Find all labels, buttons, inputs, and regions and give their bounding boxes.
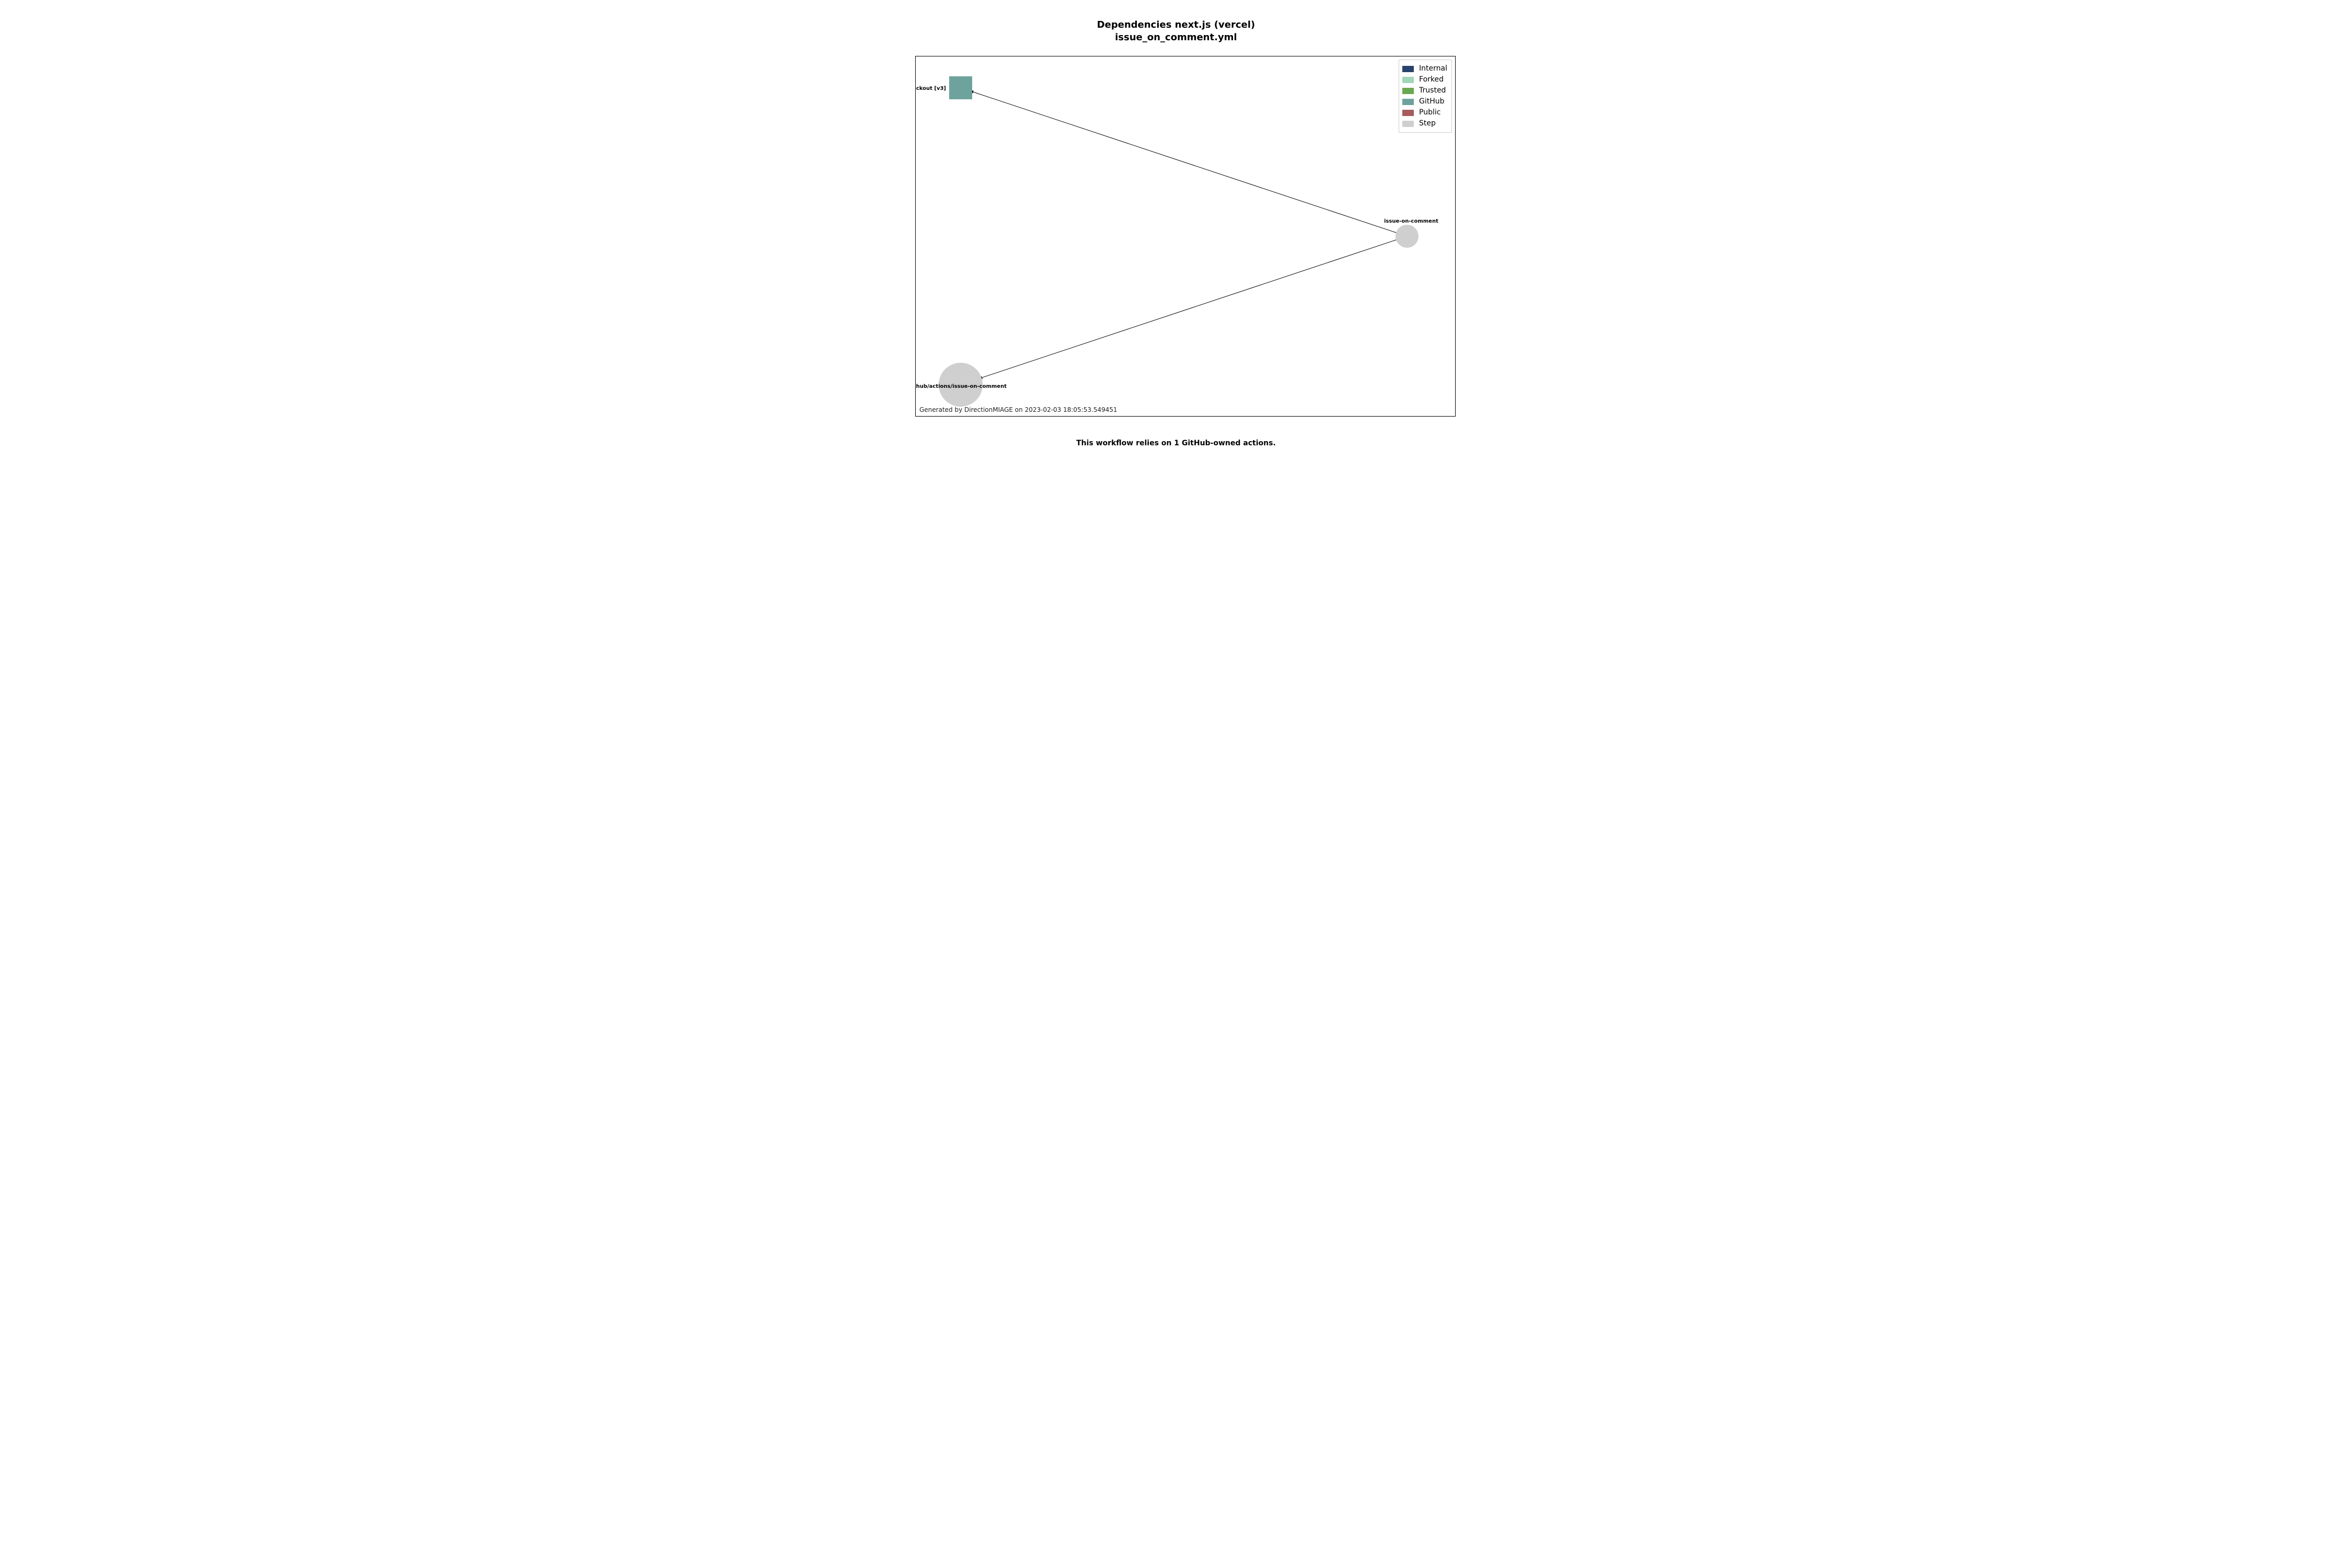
edge xyxy=(971,91,1397,233)
legend-label: Trusted xyxy=(1419,85,1446,96)
title-line1: Dependencies next.js (vercel) xyxy=(1097,19,1255,30)
legend-swatch xyxy=(1402,110,1414,116)
legend-label: Internal xyxy=(1419,63,1447,74)
legend-row: GitHub xyxy=(1402,96,1447,107)
legend-row: Public xyxy=(1402,107,1447,118)
graph-svg: checkout [v3] issue-on-comment ./.github/a… xyxy=(916,56,1455,416)
node-label: ./.github/actions/issue-on-comment xyxy=(916,384,1007,389)
legend-swatch xyxy=(1402,66,1414,72)
title-line2: issue_on_comment.yml xyxy=(1115,32,1237,43)
node-checkout xyxy=(949,76,972,99)
legend-label: Step xyxy=(1419,118,1436,129)
node-issue-comment xyxy=(1396,225,1419,248)
legend-swatch xyxy=(1402,121,1414,127)
node-label: checkout [v3] xyxy=(916,86,946,91)
legend-row: Forked xyxy=(1402,74,1447,85)
generated-by: Generated by DirectionMIAGE on 2023-02-0… xyxy=(919,406,1117,413)
legend-row: Step xyxy=(1402,118,1447,129)
legend-label: Public xyxy=(1419,107,1440,118)
edge xyxy=(979,239,1397,378)
legend-row: Internal xyxy=(1402,63,1447,74)
legend-label: Forked xyxy=(1419,74,1444,85)
legend-row: Trusted xyxy=(1402,85,1447,96)
chart-title: Dependencies next.js (vercel) issue_on_c… xyxy=(823,0,1529,44)
node-label: issue-on-comment xyxy=(1384,218,1438,224)
legend-swatch xyxy=(1402,77,1414,83)
legend-label: GitHub xyxy=(1419,96,1445,107)
caption: This workflow relies on 1 GitHub-owned a… xyxy=(823,439,1529,447)
legend-swatch xyxy=(1402,99,1414,105)
plot-area: checkout [v3] issue-on-comment ./.github/a… xyxy=(915,56,1456,417)
legend: InternalForkedTrustedGitHubPublicStep xyxy=(1399,60,1452,133)
legend-swatch xyxy=(1402,88,1414,94)
